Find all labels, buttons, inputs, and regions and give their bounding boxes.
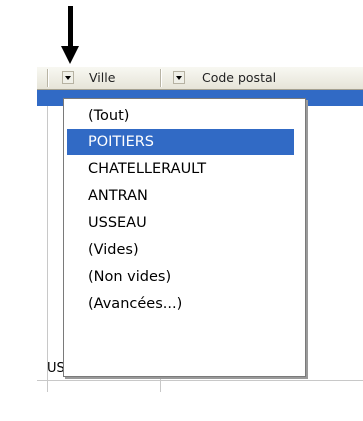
code-postal-filter-button[interactable] xyxy=(173,71,185,84)
header-separator xyxy=(48,69,49,87)
autofilter-dropdown-menu: (Tout) POITIERS CHATELLERAULT ANTRAN USS… xyxy=(63,98,306,377)
filter-option-tout[interactable]: (Tout) xyxy=(67,103,294,129)
filter-option-chatellerault[interactable]: CHATELLERAULT xyxy=(67,156,294,182)
column-header-row: Ville Code postal xyxy=(37,67,363,90)
pointer-arrow-head-icon xyxy=(61,46,79,64)
filter-option-non-vides[interactable]: (Non vides) xyxy=(67,264,294,290)
filter-option-poitiers[interactable]: POITIERS xyxy=(67,129,294,155)
column-header-ville[interactable]: Ville xyxy=(89,71,115,85)
filter-option-antran[interactable]: ANTRAN xyxy=(67,183,294,209)
grid-line xyxy=(37,380,363,381)
filter-option-usseau[interactable]: USSEAU xyxy=(67,210,294,236)
ville-filter-button[interactable] xyxy=(62,71,74,84)
header-separator xyxy=(161,69,162,87)
dropdown-arrow-icon xyxy=(65,76,71,80)
pointer-arrow-icon xyxy=(68,6,73,48)
dropdown-arrow-icon xyxy=(176,76,182,80)
filter-option-vides[interactable]: (Vides) xyxy=(67,237,294,263)
filter-option-avancees[interactable]: (Avancées...) xyxy=(67,291,294,317)
grid-line xyxy=(47,67,48,392)
column-header-code-postal[interactable]: Code postal xyxy=(202,71,276,85)
screenshot-stage: Ville Code postal USSEAU 86230 (Tout) PO… xyxy=(0,0,363,421)
